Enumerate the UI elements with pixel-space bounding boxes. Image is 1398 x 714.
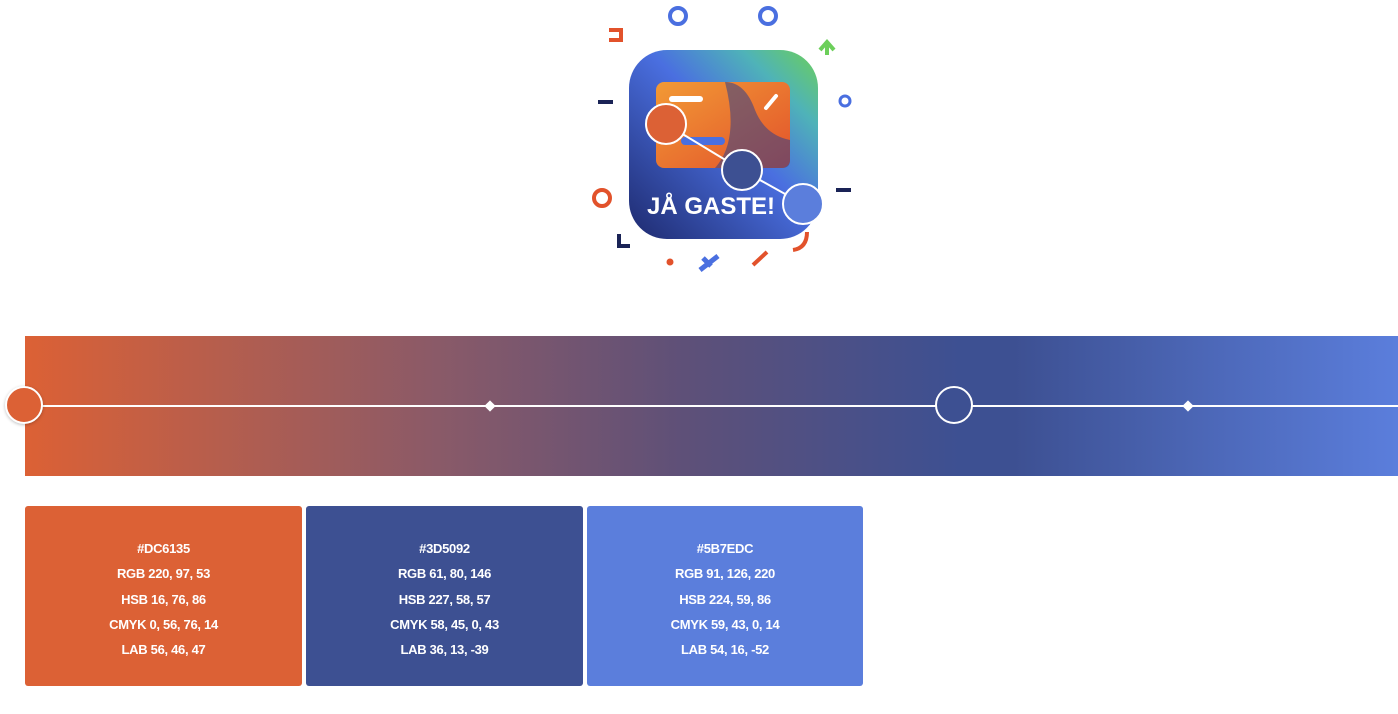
color-swatch-2[interactable]: #3D5092 RGB 61, 80, 146 HSB 227, 58, 57 …	[306, 506, 583, 686]
color-swatch-3[interactable]: #5B7EDC RGB 91, 126, 220 HSB 224, 59, 86…	[587, 506, 863, 686]
swatch-lab: LAB 56, 46, 47	[121, 642, 206, 657]
swatch-hex: #5B7EDC	[696, 541, 754, 556]
swatch-lab: LAB 54, 16, -52	[681, 642, 769, 657]
confetti-corner-icon	[609, 28, 623, 42]
swatch-hex: #3D5092	[419, 541, 470, 556]
swatch-rgb: RGB 61, 80, 146	[397, 566, 492, 581]
confetti-dot-icon	[666, 258, 674, 266]
confetti-ring-icon	[592, 188, 612, 208]
swatch-lab: LAB 36, 13, -39	[400, 642, 489, 657]
color-picker-1[interactable]	[645, 103, 687, 145]
swatch-hsb: HSB 16, 76, 86	[121, 592, 206, 607]
confetti-dash-icon	[751, 250, 769, 267]
swatch-cmyk: CMYK 58, 45, 0, 43	[390, 617, 499, 632]
confetti-arrow-icon	[818, 38, 836, 55]
confetti-check-icon	[698, 254, 720, 272]
page: JÅ GASTE! #DC6135 RGB 220, 97, 53 HSB 16…	[0, 0, 1398, 714]
logo-text: JÅ GASTE!	[647, 192, 775, 220]
swatch-rgb: RGB 220, 97, 53	[116, 566, 211, 581]
gradient-midpoint-1[interactable]	[484, 400, 496, 412]
color-picker-2[interactable]	[721, 149, 763, 191]
swatch-rgb: RGB 91, 126, 220	[675, 566, 775, 581]
gradient-bar[interactable]	[5, 336, 1398, 476]
swatch-hsb: HSB 224, 59, 86	[679, 592, 771, 607]
source-image: JÅ GASTE!	[585, 0, 865, 290]
confetti-ring-icon	[668, 6, 688, 26]
swatch-hex: #DC6135	[137, 541, 190, 556]
swatch-cmyk: CMYK 0, 56, 76, 14	[109, 617, 218, 632]
confetti-ring-icon	[838, 94, 852, 108]
confetti-corner-icon	[617, 234, 630, 248]
confetti-ring-icon	[758, 6, 778, 26]
swatch-hsb: HSB 227, 58, 57	[398, 592, 491, 607]
swatch-cmyk: CMYK 59, 43, 0, 14	[670, 617, 780, 632]
color-picker-3[interactable]	[782, 183, 824, 225]
logo-image: JÅ GASTE!	[592, 6, 852, 272]
gradient-midpoint-2[interactable]	[1182, 400, 1194, 412]
gradient-stop-start[interactable]	[5, 386, 43, 424]
gradient-stop-middle[interactable]	[935, 386, 973, 424]
color-swatch-1[interactable]: #DC6135 RGB 220, 97, 53 HSB 16, 76, 86 C…	[25, 506, 302, 686]
